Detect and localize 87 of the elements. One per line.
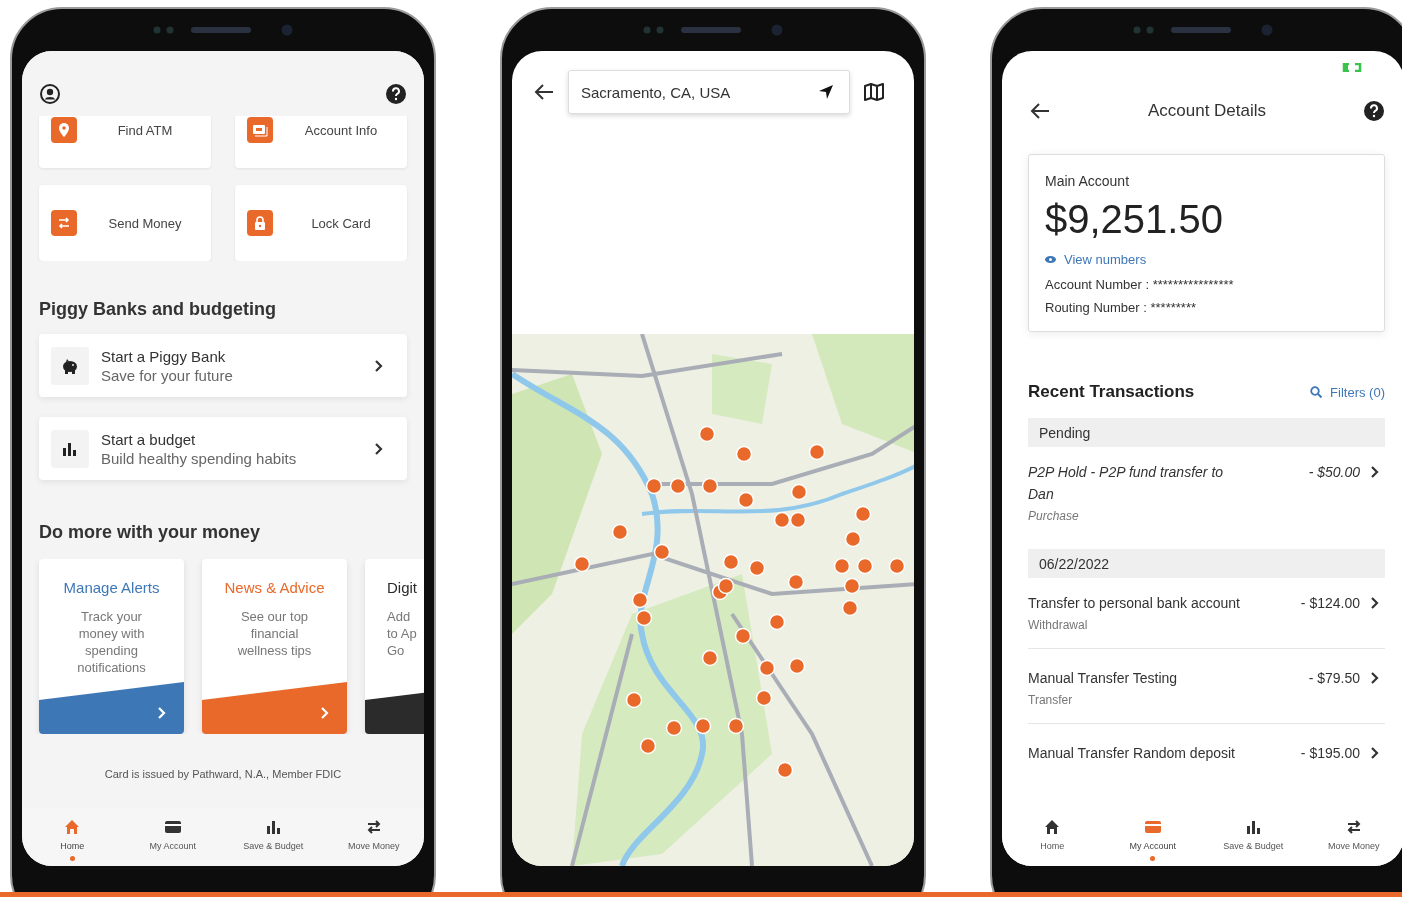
transaction-title: Manual Transfer Random deposit bbox=[1028, 744, 1236, 763]
chevron-icon bbox=[1370, 596, 1379, 610]
back-arrow-icon[interactable] bbox=[534, 83, 554, 101]
nav-tab[interactable]: Home bbox=[1002, 818, 1103, 863]
chevron-icon bbox=[374, 441, 383, 456]
account-balance: $9,251.50 bbox=[1045, 197, 1224, 242]
date-group-header: 06/22/2022 bbox=[1028, 549, 1385, 578]
home-icon bbox=[63, 818, 82, 836]
promo-card[interactable]: Manage Alerts Track your money with spending notifications bbox=[39, 559, 184, 734]
nav-tab[interactable]: Save & Budget bbox=[1203, 818, 1304, 863]
quick-action-tile[interactable]: Account Info bbox=[235, 116, 407, 168]
transaction-type: Purchase bbox=[1028, 509, 1080, 523]
transaction-type: Transfer bbox=[1028, 693, 1074, 707]
piggy-bank-icon bbox=[61, 357, 79, 374]
date-group-header: Pending bbox=[1028, 418, 1385, 447]
card-subtitle: Build healthy spending habits bbox=[101, 449, 298, 467]
nav-tab[interactable]: My Account bbox=[1102, 818, 1203, 863]
screen-title: Account Details bbox=[1147, 101, 1267, 121]
chevron-icon bbox=[1370, 671, 1379, 685]
bar-chart-icon bbox=[264, 818, 283, 836]
selected-dot bbox=[69, 856, 75, 861]
nav-tab[interactable]: Move Money bbox=[323, 818, 424, 863]
back-arrow-icon[interactable] bbox=[1030, 102, 1050, 120]
nav-tab[interactable]: Move Money bbox=[1303, 818, 1402, 863]
transaction-row[interactable]: Manual Transfer Random deposit - $195.00 bbox=[1028, 724, 1385, 780]
transaction-amount: - $50.00 bbox=[1308, 463, 1360, 482]
transaction-row[interactable]: Manual Transfer Testing Transfer - $79.50 bbox=[1028, 649, 1385, 724]
card-title: Start a Piggy Bank bbox=[101, 347, 227, 365]
selected-dot bbox=[1150, 856, 1156, 861]
promo-title: News & Advice bbox=[224, 579, 325, 596]
transaction-row[interactable]: Transfer to personal bank account Withdrawal - $124.00 bbox=[1028, 578, 1385, 649]
section-title: Do more with your money bbox=[38, 522, 262, 543]
card-icon bbox=[1143, 818, 1162, 836]
promo-card[interactable]: News & Advice See our top financial wellness tips bbox=[202, 559, 347, 734]
transaction-row[interactable]: P2P Hold - P2P fund transfer to Dan Purchase - $50.00 bbox=[1028, 447, 1385, 533]
map-icon[interactable] bbox=[864, 83, 884, 101]
nav-tab[interactable]: Home bbox=[22, 818, 123, 863]
quick-action-tile[interactable]: Send Money bbox=[39, 185, 211, 261]
quick-action-tile[interactable]: Find ATM bbox=[39, 116, 211, 168]
bar-chart-icon bbox=[62, 440, 78, 457]
promo-title: Digit bbox=[387, 579, 417, 596]
promo-card[interactable]: Digit Add to Ap Go bbox=[365, 559, 424, 734]
transaction-type: Withdrawal bbox=[1028, 618, 1089, 632]
location-arrow-icon[interactable] bbox=[818, 84, 834, 100]
lock-icon bbox=[247, 210, 273, 236]
promo-description: See our top financial wellness tips bbox=[237, 608, 312, 659]
transaction-title: Manual Transfer Testing bbox=[1028, 669, 1179, 688]
help-icon[interactable] bbox=[386, 84, 406, 104]
account-name: Main Account bbox=[1045, 173, 1131, 189]
list-card[interactable]: Start a Piggy Bank Save for your future bbox=[39, 334, 407, 397]
home-icon bbox=[1043, 818, 1062, 836]
eye-icon bbox=[1045, 256, 1056, 263]
map-drawing[interactable] bbox=[512, 334, 914, 866]
transaction-amount: - $124.00 bbox=[1300, 594, 1360, 613]
bar-chart-icon bbox=[1244, 818, 1263, 836]
filters-link[interactable]: Filters (0) bbox=[1330, 384, 1385, 400]
chevron-icon bbox=[374, 358, 383, 373]
chevron-icon bbox=[157, 706, 166, 720]
routing-number: Routing Number : ********* bbox=[1045, 300, 1198, 315]
nav-tab[interactable]: My Account bbox=[122, 818, 223, 863]
help-icon[interactable] bbox=[1364, 101, 1384, 121]
location-search-field[interactable]: Sacramento, CA, USA bbox=[568, 70, 850, 114]
section-title: Piggy Banks and budgeting bbox=[38, 299, 277, 320]
transaction-amount: - $79.50 bbox=[1308, 669, 1360, 688]
list-card[interactable]: Start a budget Build healthy spending habits bbox=[39, 417, 407, 480]
nav-tab[interactable]: Save & Budget bbox=[223, 818, 324, 863]
transaction-title: Transfer to personal bank account bbox=[1028, 594, 1241, 613]
promo-title: Manage Alerts bbox=[63, 579, 160, 596]
chevron-icon bbox=[1370, 746, 1379, 760]
card-icon bbox=[163, 818, 182, 836]
transaction-amount: - $195.00 bbox=[1300, 744, 1360, 763]
view-numbers-link[interactable]: View numbers bbox=[1064, 252, 1147, 267]
chevron-icon bbox=[1370, 465, 1379, 479]
card-title: Start a budget bbox=[101, 430, 197, 448]
battery-icon bbox=[1342, 63, 1362, 72]
disclaimer-text: Card is issued by Pathward, N.A., Member FDIC bbox=[103, 768, 343, 780]
account-number: Account Number : **************** bbox=[1045, 277, 1235, 292]
card-subtitle: Save for your future bbox=[101, 366, 234, 384]
chevron-icon bbox=[320, 706, 329, 720]
section-title: Recent Transactions bbox=[1028, 382, 1195, 402]
promo-description: Track your money with spending notifications bbox=[77, 608, 146, 676]
transaction-title: P2P Hold - P2P fund transfer to Dan bbox=[1028, 463, 1225, 504]
transfer-arrows-icon bbox=[51, 210, 77, 236]
quick-action-tile[interactable]: Lock Card bbox=[235, 185, 407, 261]
profile-icon[interactable] bbox=[40, 84, 60, 104]
promo-description: Add to Ap Go bbox=[387, 608, 417, 659]
search-icon[interactable] bbox=[1310, 386, 1323, 398]
